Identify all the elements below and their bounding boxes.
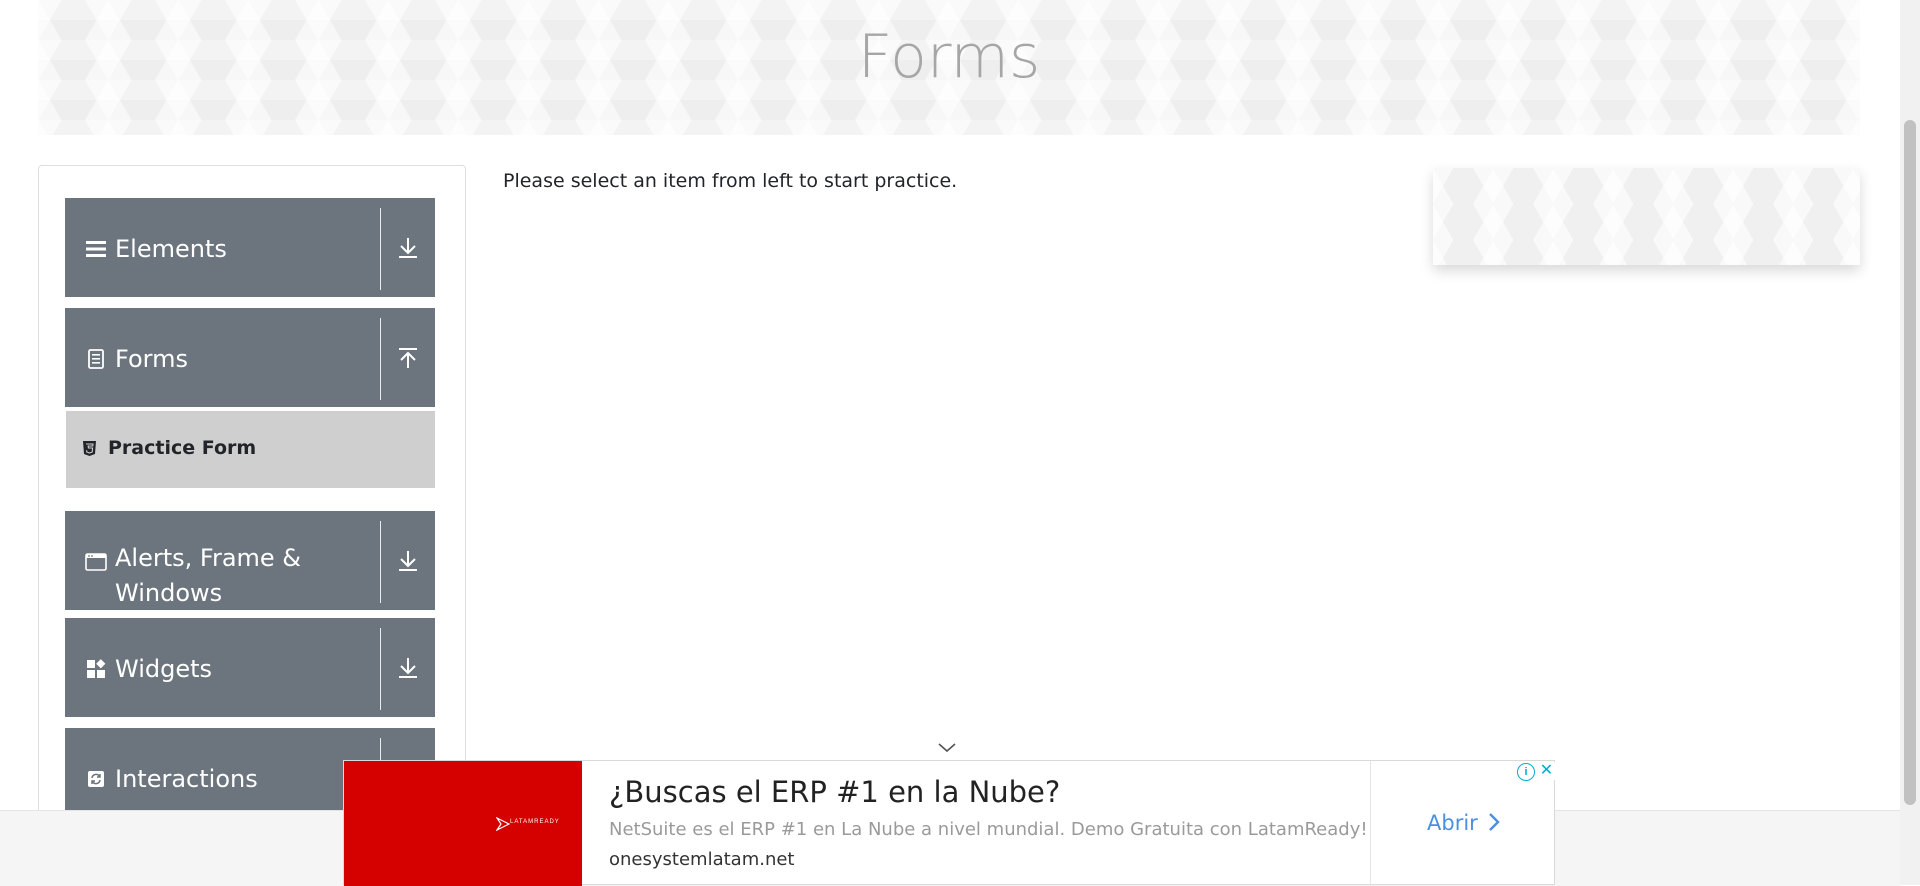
bottom-ad[interactable]: LATAMREADY ¿Buscas el ERP #1 en la Nube?… [343, 760, 1555, 886]
close-icon[interactable]: ✕ [1538, 762, 1555, 780]
chevron-right-icon[interactable] [1486, 811, 1502, 833]
sidebar-group-label: Widgets [115, 655, 213, 683]
download-arrow-icon[interactable] [397, 236, 423, 262]
scrollbar-thumb[interactable] [1904, 120, 1916, 805]
sidebar-group-widgets[interactable]: Widgets [65, 618, 435, 717]
sidebar-group-label: Alerts, Frame & Windows [115, 544, 302, 607]
side-ad-banner[interactable] [1433, 168, 1860, 265]
left-panel: Elements Forms Practice Form Alerts, Fra… [38, 165, 466, 827]
page-banner: Forms [38, 0, 1860, 135]
page-title: Forms [857, 22, 1041, 92]
latamready-logo-icon [496, 817, 510, 831]
sidebar-group-label: Forms [115, 345, 188, 373]
interactions-icon [85, 768, 107, 790]
vertical-scrollbar[interactable] [1900, 0, 1920, 885]
widgets-icon [85, 658, 107, 680]
sidebar-group-alerts-frame-windows[interactable]: Alerts, Frame & Windows [65, 511, 435, 610]
download-arrow-icon[interactable] [397, 656, 423, 682]
document-icon [85, 348, 107, 370]
ad-description: NetSuite es el ERP #1 en La Nube a nivel… [609, 819, 1368, 840]
window-icon [85, 551, 107, 573]
instruction-text: Please select an item from left to start… [503, 170, 958, 192]
ad-domain[interactable]: onesystemlatam.net [609, 849, 794, 870]
ad-logo: LATAMREADY [344, 761, 582, 886]
upload-arrow-icon[interactable] [397, 346, 423, 372]
divider [380, 318, 381, 400]
download-arrow-icon[interactable] [397, 549, 423, 575]
ad-brand: LATAMREADY [510, 819, 560, 825]
sidebar-item-label: Practice Form [108, 437, 257, 459]
sidebar-group-label: Elements [115, 235, 227, 263]
sidebar-item-practice-form[interactable]: Practice Form [66, 411, 435, 488]
hamburger-icon [85, 238, 107, 260]
divider [1370, 761, 1371, 886]
ad-open-button[interactable]: Abrir [1427, 811, 1478, 835]
sidebar-group-label: Interactions [115, 765, 258, 793]
sidebar-group-forms[interactable]: Forms [65, 308, 435, 407]
divider [380, 628, 381, 710]
divider [380, 521, 381, 603]
ad-info-icon[interactable]: i [1517, 763, 1535, 781]
divider [380, 208, 381, 290]
ad-headline[interactable]: ¿Buscas el ERP #1 en la Nube? [609, 775, 1060, 809]
html5-icon [82, 440, 98, 458]
chevron-down-icon[interactable] [937, 741, 957, 755]
sidebar-group-elements[interactable]: Elements [65, 198, 435, 297]
